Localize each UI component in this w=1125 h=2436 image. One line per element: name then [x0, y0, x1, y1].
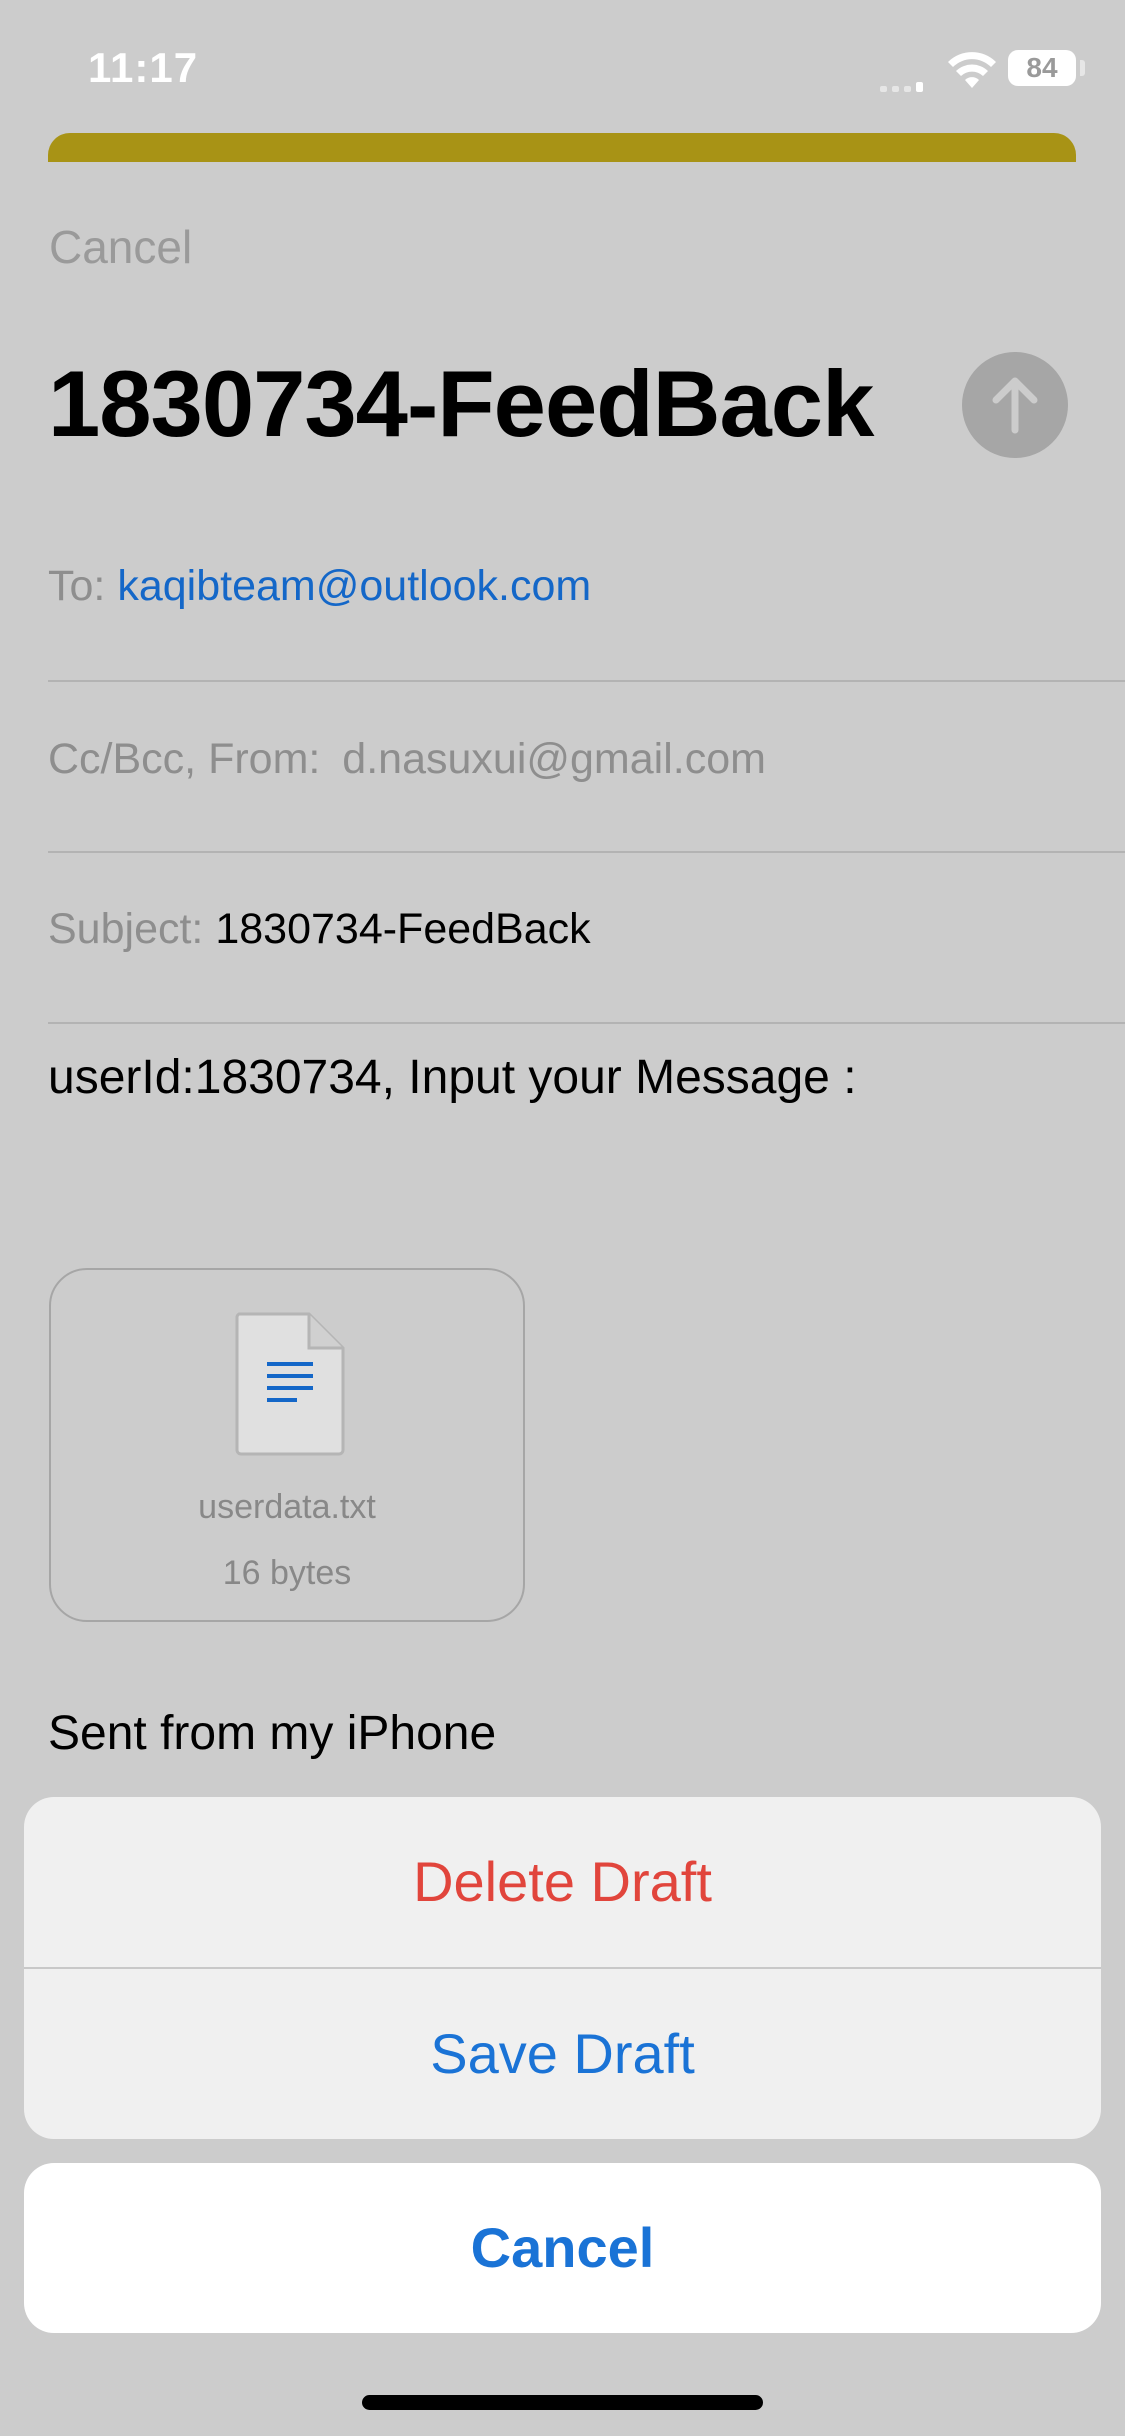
arrow-up-icon [992, 377, 1038, 434]
text-document-icon [235, 1312, 345, 1456]
battery-icon: 84 [1008, 50, 1076, 86]
divider [48, 851, 1125, 853]
divider [48, 680, 1125, 682]
attachment-size: 16 bytes [222, 1554, 352, 1592]
divider [48, 1022, 1125, 1024]
send-button[interactable] [962, 352, 1068, 458]
message-body[interactable]: userId:1830734, Input your Message : [48, 1050, 857, 1105]
save-draft-button[interactable]: Save Draft [24, 1969, 1101, 2139]
compose-title: 1830734-FeedBack [48, 351, 874, 456]
to-field[interactable]: To: kaqibteam@outlook.com [48, 562, 1125, 611]
cc-from-field[interactable]: Cc/Bcc, From: d.nasuxui@gmail.com [48, 735, 1125, 784]
to-recipient[interactable]: kaqibteam@outlook.com [117, 562, 591, 610]
subject-field[interactable]: Subject: 1830734-FeedBack [48, 905, 1125, 954]
from-address[interactable]: d.nasuxui@gmail.com [342, 735, 766, 783]
attachment-name: userdata.txt [198, 1488, 376, 1526]
subject-label: Subject: [48, 905, 204, 953]
subject-value[interactable]: 1830734-FeedBack [215, 905, 590, 953]
compose-cancel-button[interactable]: Cancel [49, 220, 192, 274]
wifi-icon [948, 52, 996, 88]
status-bar: 11:17 84 [0, 0, 1125, 135]
email-signature: Sent from my iPhone [48, 1707, 497, 1760]
cc-from-label: Cc/Bcc, From: [48, 735, 321, 783]
home-indicator[interactable] [362, 2395, 763, 2410]
signal-icon [880, 74, 928, 92]
status-time: 11:17 [88, 44, 199, 91]
battery-tip [1080, 60, 1085, 76]
attachment-card[interactable]: userdata.txt 16 bytes [49, 1268, 525, 1622]
action-sheet-cancel-button[interactable]: Cancel [24, 2163, 1101, 2333]
draft-action-group: Delete Draft Save Draft [24, 1797, 1101, 2139]
delete-draft-button[interactable]: Delete Draft [24, 1797, 1101, 1967]
to-label: To: [48, 562, 106, 610]
